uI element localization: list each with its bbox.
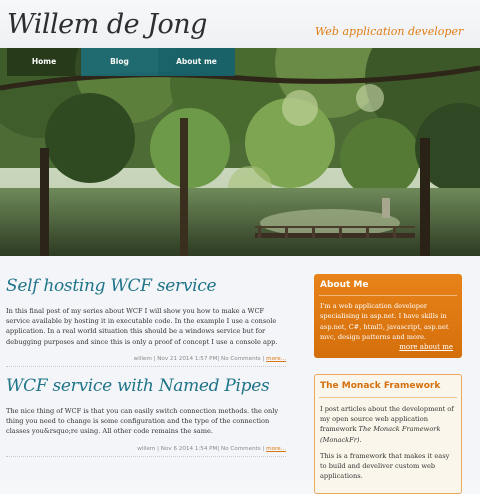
post-excerpt: The nice thing of WCF is that you can ea… <box>6 407 279 436</box>
post-more-link[interactable]: more... <box>266 446 286 452</box>
about-me-widget: About Me I'm a web application developer… <box>314 274 462 358</box>
monack-framework-widget: The Monack Framework I post articles abo… <box>314 374 462 494</box>
nav-about-me[interactable]: About me <box>158 48 235 76</box>
monack-text: I post articles about the development of… <box>315 398 461 481</box>
monack-paragraph-1: I post articles about the development of… <box>320 404 456 445</box>
post-title[interactable]: WCF service with Named Pipes <box>6 376 286 396</box>
nav-home[interactable]: Home <box>7 48 81 76</box>
nav-blog[interactable]: Blog <box>81 48 158 76</box>
post-divider <box>6 455 286 457</box>
more-about-me-link[interactable]: more about me <box>399 343 453 351</box>
post-self-hosting: Self hosting WCF service In this final p… <box>6 276 286 367</box>
post-divider <box>6 365 286 367</box>
site-header: Willem de Jong Web application developer <box>0 0 480 48</box>
monack-title: The Monack Framework <box>320 381 441 391</box>
post-title[interactable]: Self hosting WCF service <box>6 276 286 296</box>
monack-paragraph-2: This is a framework that makes it easy t… <box>320 451 450 481</box>
hero-image <box>0 48 480 256</box>
hero-photo <box>0 48 480 256</box>
post-meta-text: willem | Nov 6 2014 1:54 PM| No Comments… <box>137 445 267 452</box>
site-title[interactable]: Willem de Jong <box>7 9 207 40</box>
site-tagline: Web application developer <box>315 25 464 38</box>
post-meta: willem | Nov 21 2014 1:57 PM| No Comment… <box>6 352 286 362</box>
about-title: About Me <box>320 280 369 290</box>
about-text: I'm a web application developer speciali… <box>320 302 449 341</box>
post-meta: willem | Nov 6 2014 1:54 PM| No Comments… <box>6 442 286 452</box>
post-named-pipes: WCF service with Named Pipes The nice th… <box>6 376 286 457</box>
post-excerpt: In this final post of my series about WC… <box>6 307 278 346</box>
post-more-link[interactable]: more... <box>266 356 286 362</box>
post-meta-text: willem | Nov 21 2014 1:57 PM| No Comment… <box>133 355 267 362</box>
monack-p1-end: . <box>359 435 362 444</box>
main-nav: Home Blog About me <box>7 48 235 76</box>
